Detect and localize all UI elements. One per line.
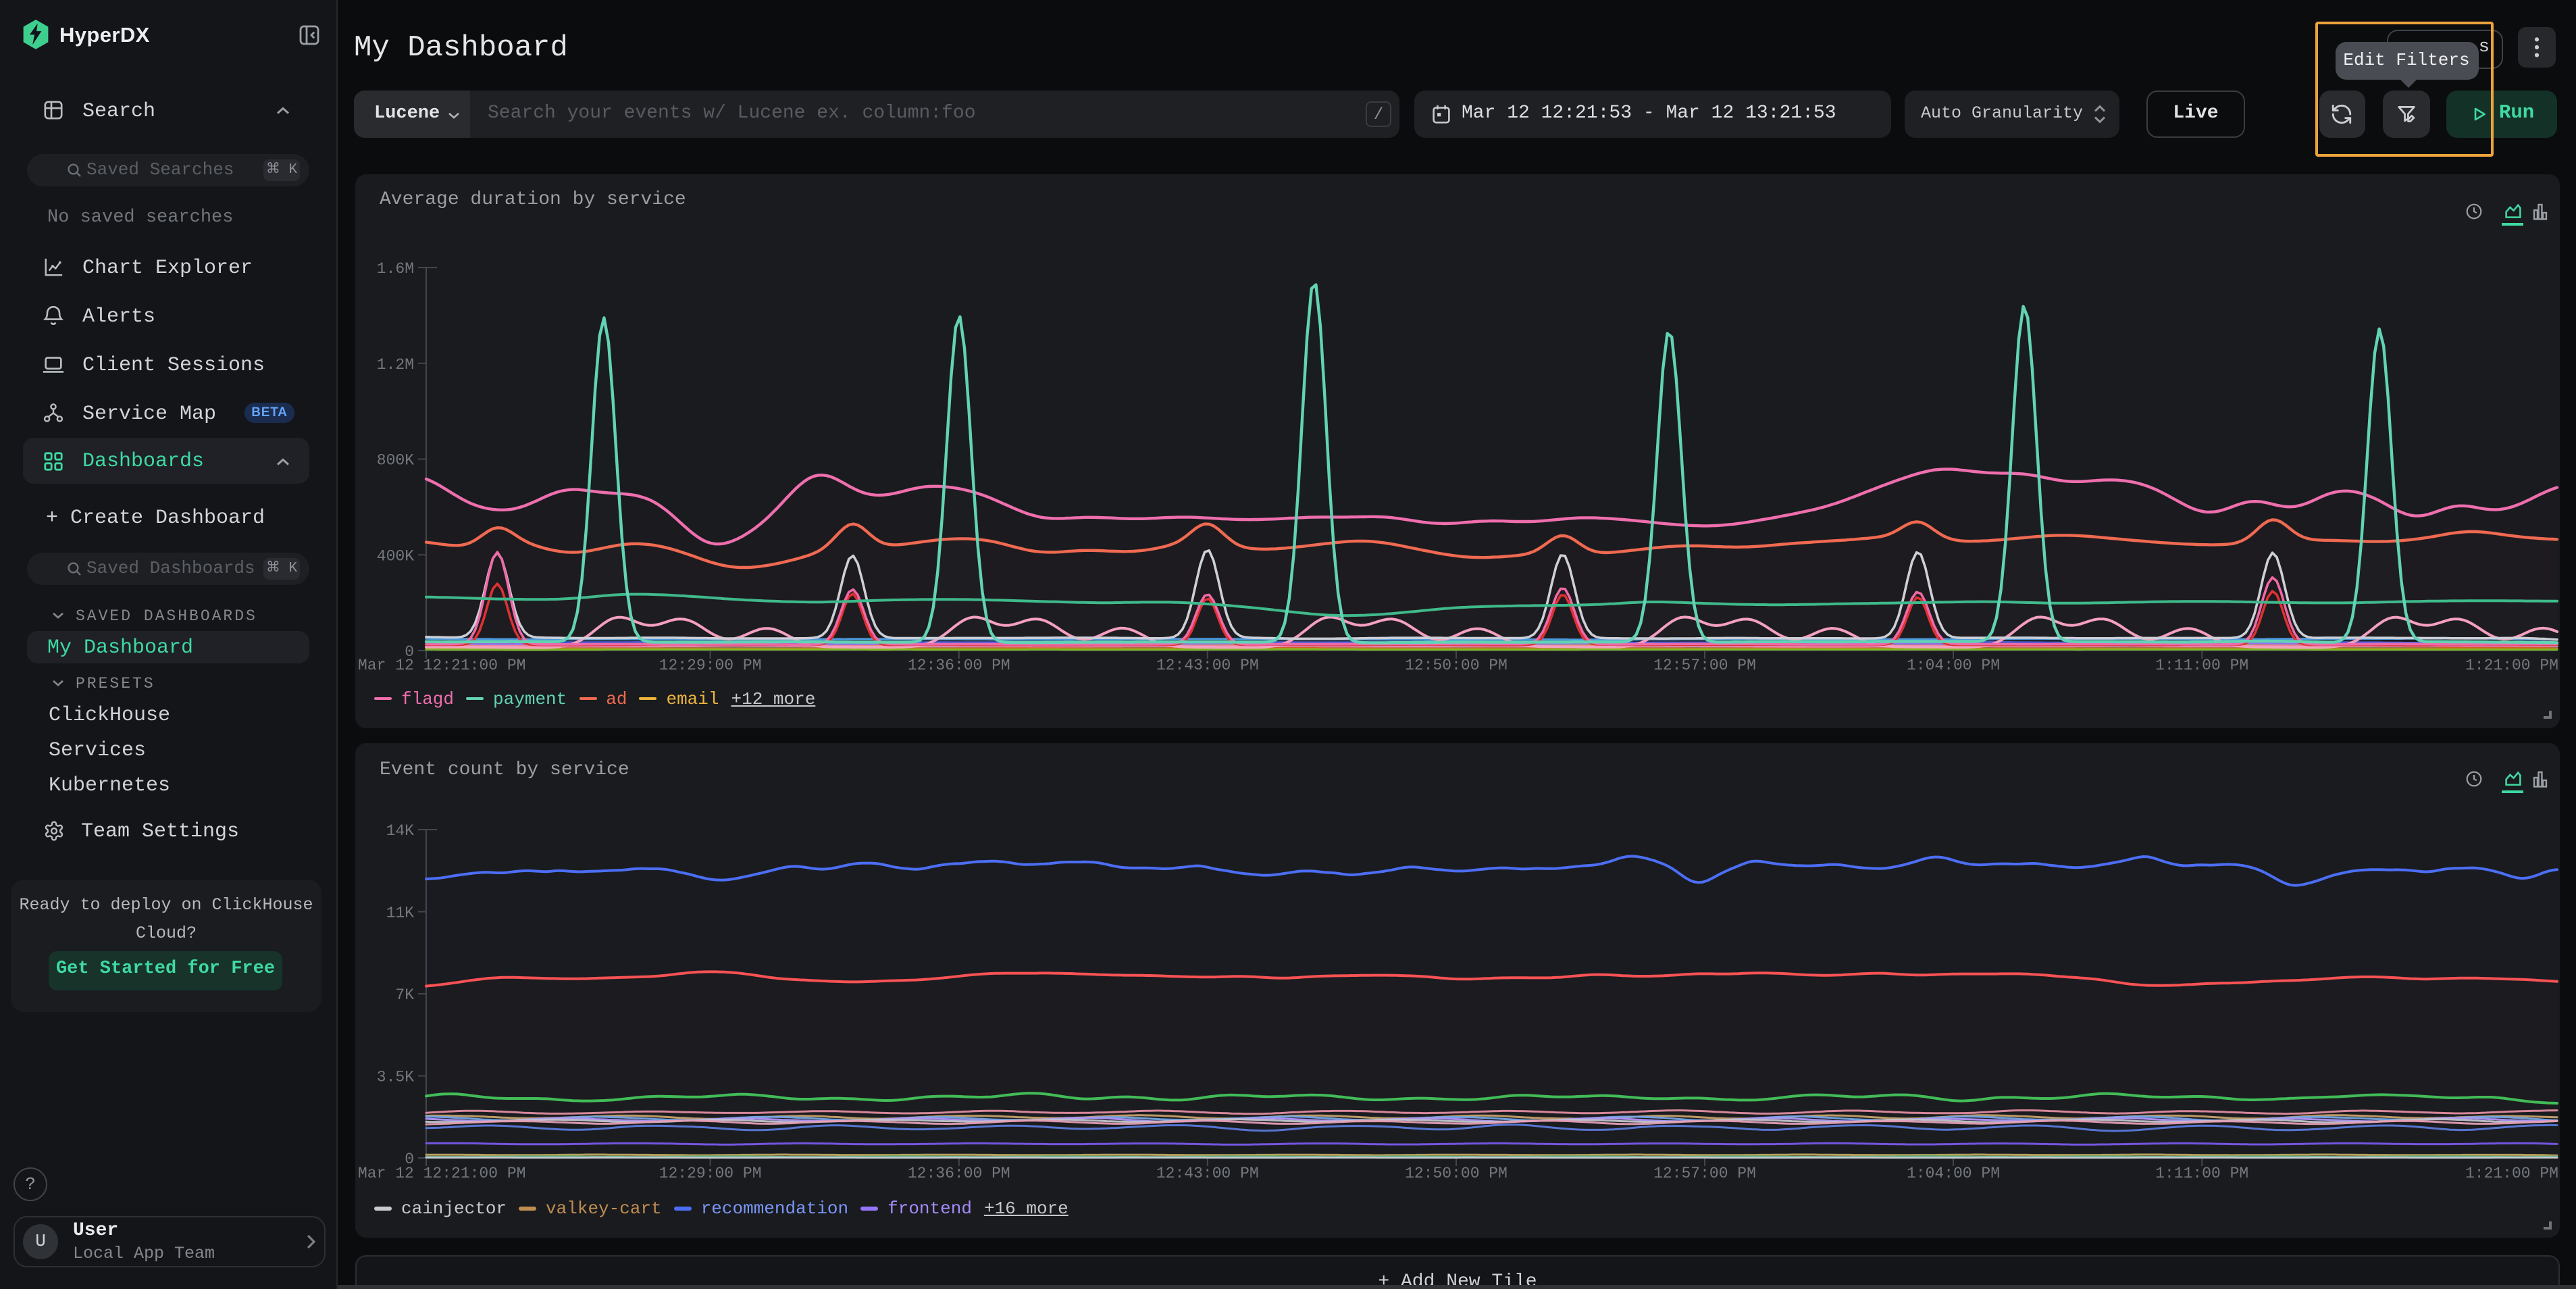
svg-text:12:36:00 PM: 12:36:00 PM: [908, 657, 1010, 674]
svg-text:1:04:00 PM: 1:04:00 PM: [1907, 657, 2000, 674]
svg-text:1:21:00 PM: 1:21:00 PM: [2465, 657, 2558, 674]
svg-text:1.6M: 1.6M: [377, 260, 414, 278]
svg-text:800K: 800K: [377, 452, 414, 470]
svg-text:12:36:00 PM: 12:36:00 PM: [908, 1165, 1010, 1182]
svg-text:14K: 14K: [386, 822, 415, 840]
svg-text:1.2M: 1.2M: [377, 356, 414, 374]
svg-text:1:11:00 PM: 1:11:00 PM: [2155, 657, 2248, 674]
svg-text:12:29:00 PM: 12:29:00 PM: [659, 1165, 762, 1182]
svg-text:12:50:00 PM: 12:50:00 PM: [1405, 657, 1508, 674]
svg-text:12:57:00 PM: 12:57:00 PM: [1653, 657, 1756, 674]
svg-text:3.5K: 3.5K: [377, 1069, 414, 1086]
svg-text:1:04:00 PM: 1:04:00 PM: [1907, 1165, 2000, 1182]
svg-text:12:43:00 PM: 12:43:00 PM: [1156, 1165, 1259, 1182]
svg-text:Mar 12 12:21:00 PM: Mar 12 12:21:00 PM: [358, 657, 525, 674]
svg-text:Mar 12 12:21:00 PM: Mar 12 12:21:00 PM: [358, 1165, 525, 1182]
svg-text:12:50:00 PM: 12:50:00 PM: [1405, 1165, 1508, 1182]
svg-text:7K: 7K: [395, 986, 414, 1004]
svg-text:12:43:00 PM: 12:43:00 PM: [1156, 657, 1259, 674]
svg-text:1:21:00 PM: 1:21:00 PM: [2465, 1165, 2558, 1182]
svg-text:1:11:00 PM: 1:11:00 PM: [2155, 1165, 2248, 1182]
svg-text:400K: 400K: [377, 547, 414, 565]
svg-text:11K: 11K: [386, 905, 415, 922]
svg-text:12:57:00 PM: 12:57:00 PM: [1653, 1165, 1756, 1182]
svg-text:12:29:00 PM: 12:29:00 PM: [659, 657, 762, 674]
